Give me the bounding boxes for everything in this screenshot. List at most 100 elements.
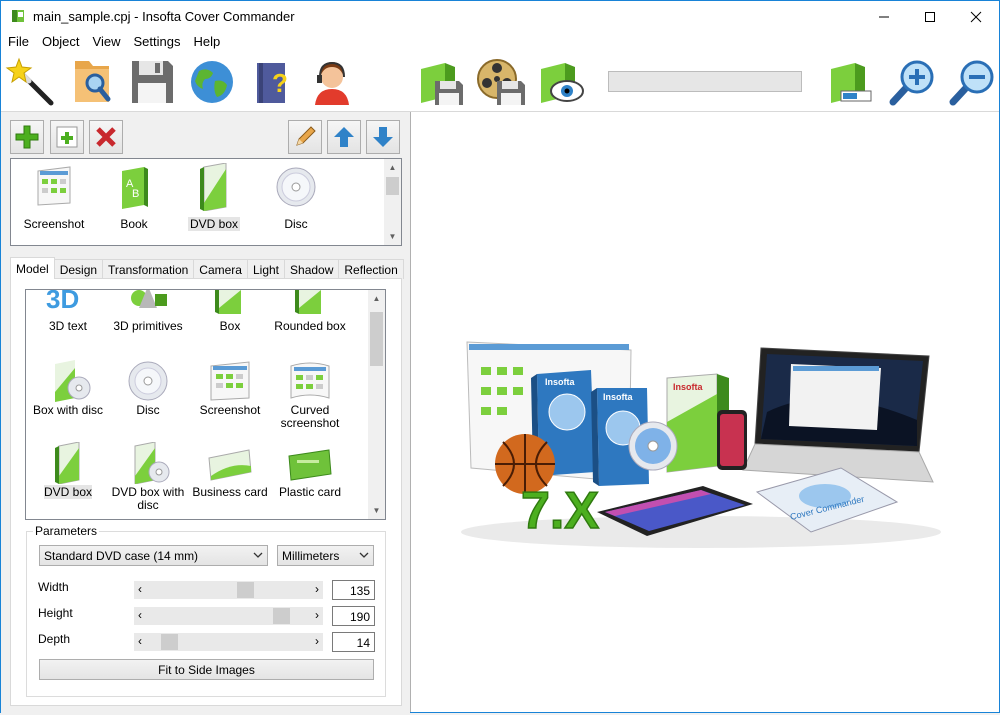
render-settings-button[interactable] [823, 55, 877, 109]
menu-settings[interactable]: Settings [126, 32, 186, 52]
scroll-up-arrow[interactable]: ▲ [384, 159, 401, 176]
object-item-label: Screenshot [23, 217, 85, 231]
preset-select[interactable]: Standard DVD case (14 mm) [39, 545, 268, 566]
preview-canvas[interactable]: Insofta Insofta Insofta 7.X Cover Comman… [410, 112, 999, 712]
tab-camera[interactable]: Camera [193, 259, 248, 279]
delete-icon [96, 127, 116, 147]
tab-model[interactable]: Model [10, 257, 55, 279]
render-settings-icon [831, 63, 872, 103]
tab-design[interactable]: Design [53, 259, 104, 279]
title-bar[interactable]: main_sample.cpj - Insofta Cover Commande… [1, 1, 999, 32]
preview-phone [717, 410, 747, 470]
slider-right-arrow[interactable]: › [315, 582, 319, 596]
support-button[interactable] [305, 55, 359, 109]
model-item-box-with-disc[interactable]: Box with disc [27, 360, 109, 440]
arrow-down-icon [373, 127, 393, 147]
units-select[interactable]: Millimeters [277, 545, 374, 566]
object-item-disc[interactable]: Disc [256, 163, 336, 233]
svg-text:B: B [132, 188, 139, 200]
save-animation-button[interactable] [473, 55, 527, 109]
model-item-label: Screenshot [199, 403, 261, 417]
product-preview-image: Insofta Insofta Insofta 7.X Cover Comman… [461, 341, 941, 548]
slider-left-arrow[interactable]: ‹ [138, 608, 142, 622]
model-item-dvd-box[interactable]: DVD box [27, 441, 109, 519]
model-item-screenshot[interactable]: Screenshot [189, 360, 271, 440]
zoom-out-icon [949, 60, 994, 106]
object-item-book[interactable]: AB Book [94, 163, 174, 233]
move-down-button[interactable] [366, 120, 400, 154]
model-gallery-scrollbar[interactable]: ▲ ▼ [368, 290, 385, 519]
menu-file[interactable]: File [1, 32, 35, 52]
width-input[interactable]: 135 [332, 580, 375, 600]
model-item-curved-screenshot[interactable]: Curved screenshot [269, 360, 351, 440]
object-item-label: DVD box [187, 217, 241, 231]
fit-to-side-images-button[interactable]: Fit to Side Images [39, 659, 374, 680]
model-item-label: 3D text [48, 319, 87, 333]
slider-thumb[interactable] [161, 634, 179, 650]
help-book-icon: ? [257, 63, 288, 103]
save-image-icon [421, 63, 463, 105]
help-button[interactable]: ? [245, 55, 299, 109]
model-item-plastic-card[interactable]: Plastic card [269, 442, 351, 519]
menu-object[interactable]: Object [35, 32, 86, 52]
width-slider[interactable]: ‹ › [134, 581, 323, 599]
menu-view[interactable]: View [86, 32, 127, 52]
save-button[interactable] [125, 55, 179, 109]
model-item-3d-primitives[interactable]: 3D primitives [107, 290, 189, 364]
move-up-button[interactable] [327, 120, 361, 154]
height-input[interactable]: 190 [332, 606, 375, 626]
object-item-dvd-box[interactable]: DVD box [174, 162, 254, 233]
preview-version-text: 7.X [521, 482, 599, 540]
delete-object-button[interactable] [89, 120, 123, 154]
scroll-up-arrow[interactable]: ▲ [368, 290, 385, 307]
website-button[interactable] [185, 55, 239, 109]
minimize-button[interactable] [861, 1, 907, 32]
model-item-box[interactable]: Box [189, 290, 271, 364]
add-object-button[interactable] [10, 120, 44, 154]
model-item-3d-text[interactable]: 3D 3D text [27, 290, 109, 364]
slider-thumb[interactable] [236, 582, 254, 598]
model-item-dvd-box-with-disc[interactable]: DVD box with disc [107, 441, 189, 519]
scroll-down-arrow[interactable]: ▼ [368, 502, 385, 519]
model-item-label: Plastic card [278, 485, 342, 499]
save-image-button[interactable] [413, 55, 467, 109]
zoom-in-button[interactable] [885, 55, 939, 109]
rename-object-button[interactable] [288, 120, 322, 154]
left-panel: Screenshot AB Book DVD box Disc ▲ ▼ Mode… [1, 112, 410, 713]
close-button[interactable] [953, 1, 999, 32]
menu-help[interactable]: Help [186, 32, 226, 52]
model-item-rounded-box[interactable]: Rounded box [269, 290, 351, 364]
tab-light[interactable]: Light [246, 259, 286, 279]
object-item-screenshot[interactable]: Screenshot [14, 163, 94, 233]
preset-select-value: Standard DVD case (14 mm) [44, 549, 199, 563]
maximize-button[interactable] [907, 1, 953, 32]
model-item-business-card[interactable]: Business card [189, 442, 271, 519]
height-slider[interactable]: ‹ › [134, 607, 323, 625]
scroll-thumb[interactable] [386, 177, 399, 195]
model-item-disc[interactable]: Disc [107, 360, 189, 440]
model-item-label: 3D primitives [113, 319, 183, 333]
depth-input[interactable]: 14 [332, 632, 375, 652]
slider-right-arrow[interactable]: › [315, 634, 319, 648]
box-with-disc-icon [55, 360, 91, 402]
scroll-down-arrow[interactable]: ▼ [384, 228, 401, 245]
preview-button[interactable] [533, 55, 587, 109]
zoom-out-button[interactable] [945, 55, 999, 109]
add-child-object-button[interactable] [50, 120, 84, 154]
slider-right-arrow[interactable]: › [315, 608, 319, 622]
slider-thumb[interactable] [273, 608, 291, 624]
save-icon [132, 61, 173, 103]
wizard-button[interactable] [3, 55, 57, 109]
object-list-scrollbar[interactable]: ▲ ▼ [384, 159, 401, 245]
tab-shadow[interactable]: Shadow [284, 259, 340, 279]
open-button[interactable] [65, 55, 119, 109]
model-item-label: Box with disc [32, 403, 104, 417]
depth-slider[interactable]: ‹ › [134, 633, 323, 651]
disc-icon [128, 361, 168, 401]
preview-icon [541, 63, 584, 103]
tab-reflection[interactable]: Reflection [338, 259, 404, 279]
scroll-thumb[interactable] [370, 312, 383, 366]
slider-left-arrow[interactable]: ‹ [138, 634, 142, 648]
tab-transformation[interactable]: Transformation [102, 259, 195, 279]
slider-left-arrow[interactable]: ‹ [138, 582, 142, 596]
